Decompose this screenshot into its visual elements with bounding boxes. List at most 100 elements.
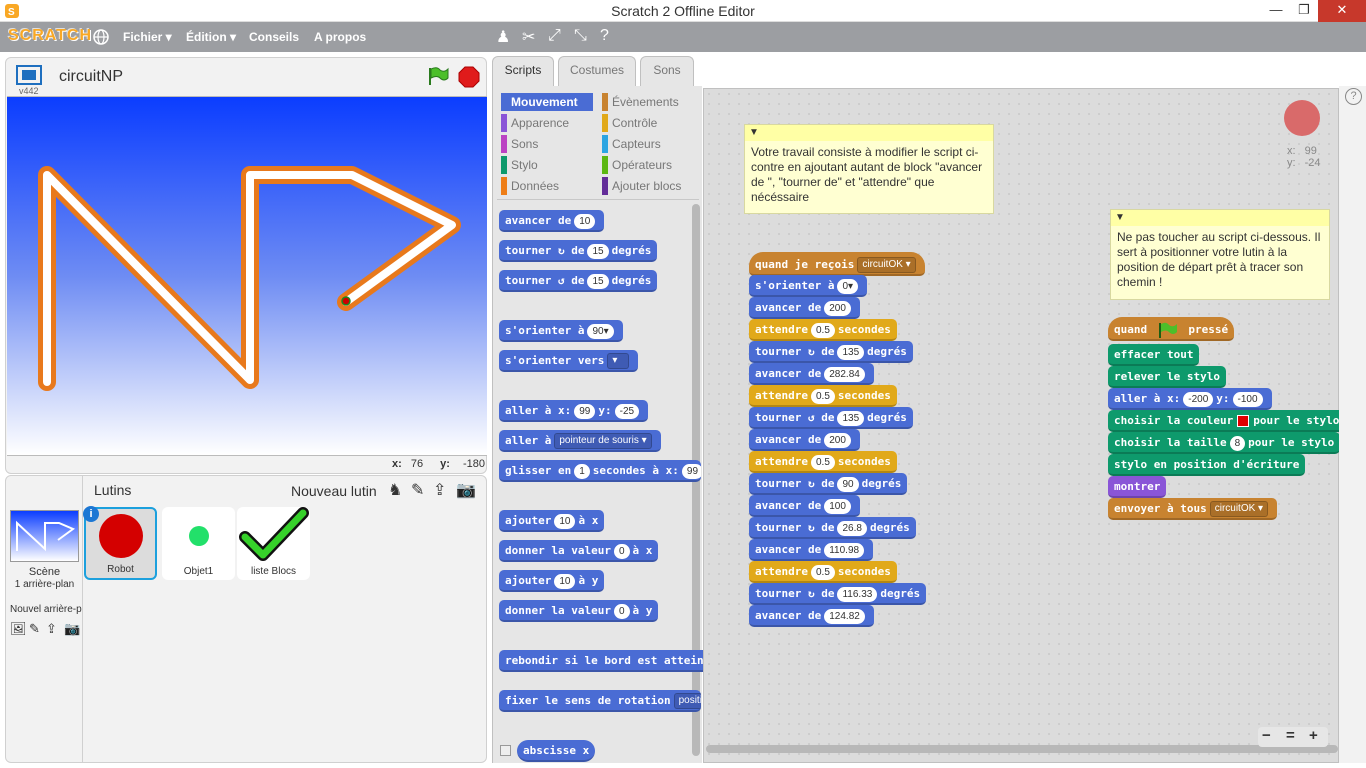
help-icon[interactable]: ?: [1345, 88, 1362, 105]
script1-block[interactable]: tourner ↻ de 116.33 degrés: [749, 583, 927, 605]
green-flag-icon[interactable]: [427, 66, 449, 86]
delete-tool-icon[interactable]: ✂: [522, 27, 535, 47]
xposition-checkbox[interactable]: [500, 745, 511, 756]
shrink-tool-icon[interactable]: ⤡: [574, 27, 587, 45]
category-operators[interactable]: Opérateurs: [602, 156, 697, 174]
script2-clear[interactable]: effacer tout: [1108, 344, 1200, 366]
script2-broadcast[interactable]: envoyer à tous circuitOK ▾: [1108, 498, 1278, 520]
grow-tool-icon[interactable]: ⤢: [548, 27, 561, 45]
zoom-out-icon[interactable]: −: [1262, 727, 1271, 747]
stop-icon[interactable]: [458, 66, 480, 88]
category-looks[interactable]: Apparence: [501, 114, 593, 132]
script1-block[interactable]: avancer de 100: [749, 495, 860, 517]
block-move[interactable]: avancer de 10: [499, 210, 605, 232]
script1-block[interactable]: tourner ↻ de 90 degrés: [749, 473, 908, 495]
comment-text: Votre travail consiste à modifier le scr…: [751, 145, 983, 204]
script1-block[interactable]: attendre 0.5 secondes: [749, 385, 897, 407]
duplicate-tool-icon[interactable]: ♟: [496, 27, 510, 47]
backdrop-camera-icon[interactable]: 📷: [64, 621, 80, 637]
script1-block[interactable]: avancer de 200: [749, 297, 860, 319]
menu-file[interactable]: Fichier ▾: [123, 30, 172, 44]
category-sound[interactable]: Sons: [501, 135, 593, 153]
block-turn-left[interactable]: tourner ↺ de 15 degrés: [499, 270, 658, 292]
script1-hat[interactable]: quand je reçois circuitOK ▾: [749, 252, 925, 276]
block-goto[interactable]: aller à pointeur de souris ▾: [499, 430, 661, 452]
block-change-x[interactable]: ajouter 10 à x: [499, 510, 605, 532]
minimize-button[interactable]: —: [1262, 0, 1290, 22]
globe-icon[interactable]: [92, 28, 110, 46]
script1-block[interactable]: avancer de 282.84: [749, 363, 874, 385]
sprite-library-icon[interactable]: ♞: [388, 480, 402, 500]
script2-pen-up[interactable]: relever le stylo: [1108, 366, 1226, 388]
fullscreen-icon[interactable]: [16, 65, 42, 85]
block-goto-xy[interactable]: aller à x: 99 y: -25: [499, 400, 649, 422]
backdrop-paint-icon[interactable]: ✎: [29, 621, 40, 637]
comment-text: Ne pas toucher au script ci-dessous. Il …: [1117, 230, 1321, 289]
menu-about[interactable]: A propos: [314, 30, 366, 44]
script2-set-size[interactable]: choisir la taille 8 pour le stylo: [1108, 432, 1341, 454]
block-point-direction[interactable]: s'orienter à 90▾: [499, 320, 623, 342]
block-glide[interactable]: glisser en 1 secondes à x: 99: [499, 460, 701, 482]
backdrop-library-icon[interactable]: 🖼: [10, 621, 27, 637]
project-name[interactable]: circuitNP: [59, 68, 123, 86]
block-set-x[interactable]: donner la valeur 0 à x: [499, 540, 659, 562]
category-pen[interactable]: Stylo: [501, 156, 593, 174]
sprite-camera-icon[interactable]: 📷: [456, 480, 476, 500]
category-sensing[interactable]: Capteurs: [602, 135, 697, 153]
stage-canvas[interactable]: [7, 96, 487, 456]
block-rotation-style[interactable]: fixer le sens de rotationpositio: [499, 690, 701, 712]
backdrop-upload-icon[interactable]: ⇪: [46, 621, 57, 637]
category-data[interactable]: Données: [501, 177, 593, 195]
menu-edit[interactable]: Édition ▾: [186, 30, 236, 44]
category-events[interactable]: Évènements: [602, 93, 697, 111]
sprite-objet1[interactable]: Objet1: [162, 507, 235, 580]
script1-block[interactable]: attendre 0.5 secondes: [749, 319, 897, 341]
script2-pen-down[interactable]: stylo en position d'écriture: [1108, 454, 1306, 476]
sprite-robot[interactable]: i Robot: [83, 506, 157, 580]
sprite-upload-icon[interactable]: ⇪: [433, 480, 446, 500]
script2-goto[interactable]: aller à x: -200 y: -100: [1108, 388, 1272, 410]
script1-block[interactable]: tourner ↻ de 26.8 degrés: [749, 517, 916, 539]
help-tool-icon[interactable]: ?: [600, 27, 609, 45]
script1-block[interactable]: avancer de 200: [749, 429, 860, 451]
script1-block[interactable]: tourner ↺ de 135 degrés: [749, 407, 913, 429]
new-sprite-label: Nouveau lutin: [291, 483, 377, 499]
script1-block[interactable]: attendre 0.5 secondes: [749, 561, 897, 583]
sprite-paint-icon[interactable]: ✎: [411, 480, 424, 500]
pen-color-swatch[interactable]: [1237, 415, 1250, 427]
script2-set-color[interactable]: choisir la couleur pour le stylo: [1108, 410, 1346, 432]
script2-hat[interactable]: quand pressé: [1108, 317, 1235, 341]
tab-scripts[interactable]: Scripts: [492, 56, 554, 88]
turn-right-icon: ↻: [807, 587, 815, 600]
close-button[interactable]: ✕: [1318, 0, 1366, 22]
script1-block[interactable]: tourner ↻ de 135 degrés: [749, 341, 913, 363]
info-icon[interactable]: i: [83, 506, 99, 522]
category-motion[interactable]: Mouvement: [501, 93, 593, 111]
tab-sounds[interactable]: Sons: [640, 56, 694, 86]
scratch-logo[interactable]: SCRATCH: [8, 27, 92, 45]
mouse-x-label: x:: [392, 458, 402, 470]
comment-note-2[interactable]: ▼ Ne pas toucher au script ci-dessous. I…: [1110, 209, 1330, 300]
script1-block[interactable]: attendre 0.5 secondes: [749, 451, 897, 473]
block-turn-right[interactable]: tourner ↻ de 15 degrés: [499, 240, 658, 262]
tab-costumes[interactable]: Costumes: [558, 56, 636, 86]
category-control[interactable]: Contrôle: [602, 114, 697, 132]
script1-block[interactable]: avancer de 124.82: [749, 605, 874, 627]
script1-block[interactable]: s'orienter à 0▾: [749, 275, 868, 297]
script2-show[interactable]: montrer: [1108, 476, 1167, 498]
sprite-liste-blocs[interactable]: liste Blocs: [237, 507, 310, 580]
scene-thumbnail[interactable]: [10, 510, 79, 562]
scripts-hscrollbar[interactable]: [706, 745, 1338, 753]
comment-note-1[interactable]: ▼ Votre travail consiste à modifier le s…: [744, 124, 994, 214]
block-set-y[interactable]: donner la valeur 0 à y: [499, 600, 659, 622]
block-point-towards[interactable]: s'orienter vers ▾: [499, 350, 639, 372]
block-change-y[interactable]: ajouter 10 à y: [499, 570, 605, 592]
maximize-button[interactable]: ❐: [1290, 0, 1318, 22]
category-more-blocks[interactable]: Ajouter blocs: [602, 177, 697, 195]
reporter-x-position[interactable]: abscisse x: [517, 740, 596, 762]
zoom-in-icon[interactable]: +: [1309, 727, 1318, 747]
menu-tips[interactable]: Conseils: [249, 30, 299, 44]
script1-block[interactable]: avancer de 110.98: [749, 539, 874, 561]
block-bounce[interactable]: rebondir si le bord est atteint: [499, 650, 717, 672]
zoom-reset-icon[interactable]: =: [1286, 727, 1295, 747]
